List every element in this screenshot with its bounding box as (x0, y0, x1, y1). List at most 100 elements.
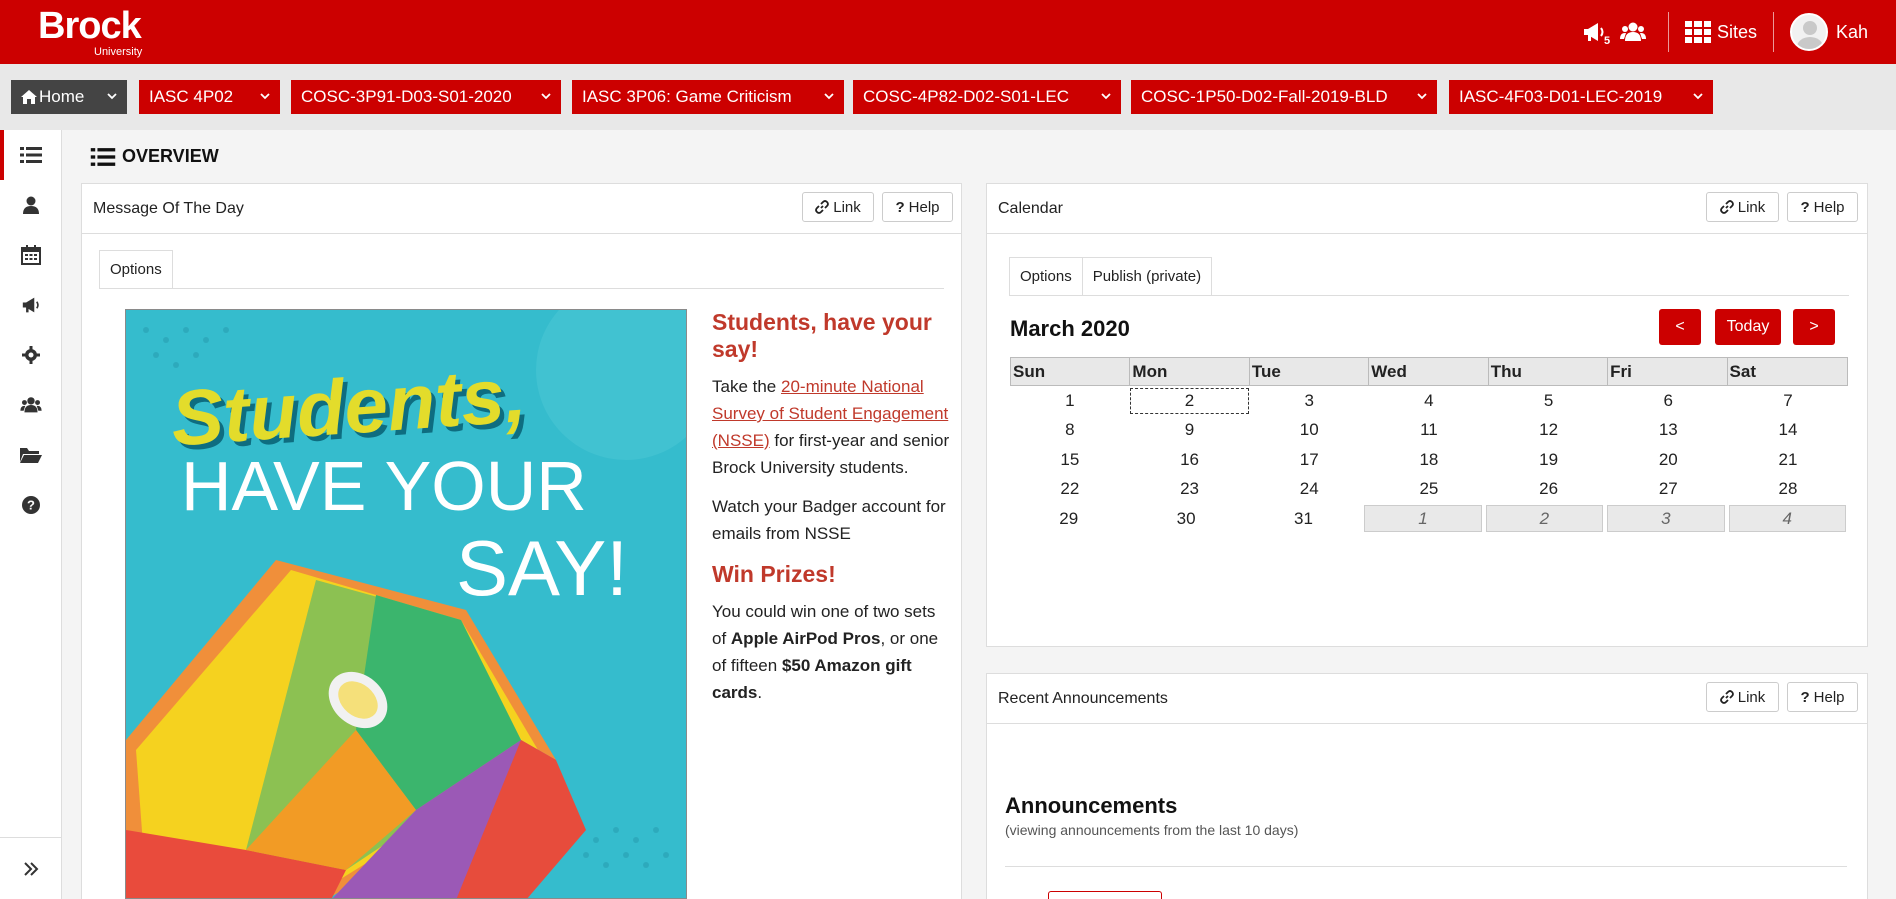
calendar-day[interactable]: 30 (1127, 504, 1244, 534)
weekday-label: Sat (1729, 361, 1756, 381)
site-tab-label: IASC 4P02 (149, 87, 234, 106)
calendar-day-next-month[interactable]: 4 (1728, 505, 1846, 532)
chevron-down-icon[interactable] (260, 91, 270, 101)
tab-options[interactable]: Options (99, 250, 173, 288)
motd-help-button[interactable]: ? Help (882, 192, 953, 222)
calendar-day[interactable]: 16 (1130, 445, 1250, 475)
calendar-day[interactable]: 12 (1489, 416, 1609, 446)
site-tab-label: IASC 3P06: Game Criticism (582, 87, 792, 106)
calendar-day[interactable]: 29 (1010, 504, 1127, 534)
tool-help[interactable]: ? (0, 480, 62, 530)
announcements-options-button[interactable] (1048, 891, 1162, 899)
connections-button[interactable] (1619, 21, 1646, 43)
chevron-down-icon[interactable] (1693, 91, 1703, 101)
motd-paragraph-1: Take the 20-minute National Survey of St… (712, 373, 950, 481)
site-tab-cosc-4p82[interactable]: COSC-4P82-D02-S01-LEC (853, 80, 1121, 114)
svg-text:?: ? (27, 498, 35, 513)
calendar-day[interactable]: 22 (1010, 475, 1130, 505)
calendar-help-button[interactable]: ? Help (1787, 192, 1858, 222)
list-icon (20, 147, 42, 163)
calendar-day[interactable]: 20 (1608, 445, 1728, 475)
tool-announcements[interactable] (0, 280, 62, 330)
calendar-day[interactable]: 23 (1130, 475, 1250, 505)
tool-membership[interactable] (0, 380, 62, 430)
calendar-day-today[interactable]: 2 (1129, 388, 1250, 414)
calendar-week: 29 30 31 1 2 3 4 (1010, 504, 1848, 534)
link-label: Link (833, 198, 861, 216)
calendar-today-button[interactable]: Today (1715, 309, 1781, 345)
calendar-day[interactable]: 7 (1728, 386, 1848, 416)
tool-resources[interactable] (0, 430, 62, 480)
user-menu[interactable]: Kah (1789, 13, 1868, 51)
site-tab-label: COSC-3P91-D03-S01-2020 (301, 87, 512, 106)
tool-calendar[interactable] (0, 230, 62, 280)
sites-button[interactable]: Sites (1684, 21, 1757, 43)
calendar-day[interactable]: 17 (1249, 445, 1369, 475)
calendar-day[interactable]: 31 (1245, 504, 1362, 534)
chevron-down-icon[interactable] (541, 91, 551, 101)
calendar-day[interactable]: 8 (1010, 416, 1130, 446)
divider (1005, 866, 1847, 867)
calendar-day[interactable]: 14 (1728, 416, 1848, 446)
calendar-day[interactable]: 6 (1608, 386, 1728, 416)
help-icon: ? (1800, 198, 1810, 216)
calendar-day[interactable]: 10 (1249, 416, 1369, 446)
chevron-down-icon[interactable] (107, 91, 117, 101)
calendar-day-next-month[interactable]: 2 (1485, 505, 1604, 532)
calendar-week: 22 23 24 25 26 27 28 (1010, 475, 1848, 505)
tab-options[interactable]: Options (1009, 257, 1083, 295)
calendar-day[interactable]: 28 (1728, 475, 1848, 505)
calendar-day[interactable]: 25 (1369, 475, 1489, 505)
prize-airpods: Apple AirPod Pros (730, 629, 881, 648)
calendar-day[interactable]: 27 (1608, 475, 1728, 505)
calendar-day[interactable]: 3 (1249, 386, 1369, 416)
nsse-poster-image: Students, Students, HAVE YOUR SAY! (125, 309, 687, 899)
weekday-label: Mon (1130, 358, 1250, 385)
calendar-link-button[interactable]: Link (1706, 192, 1779, 222)
calendar-day[interactable]: 11 (1369, 416, 1489, 446)
calendar-day[interactable]: 21 (1728, 445, 1848, 475)
site-tab-iasc-3p06[interactable]: IASC 3P06: Game Criticism (572, 80, 844, 114)
announcements-panel-title: Recent Announcements (998, 689, 1168, 707)
chevron-down-icon[interactable] (824, 91, 834, 101)
list-icon (90, 147, 116, 166)
user-icon (23, 196, 39, 214)
calendar-next-button[interactable]: > (1793, 309, 1835, 345)
site-tab-home[interactable]: Home (11, 80, 127, 114)
weekday-label: Sun (1011, 358, 1131, 385)
calendar-day[interactable]: 24 (1249, 475, 1369, 505)
chevron-down-icon[interactable] (1101, 91, 1111, 101)
megaphone-icon (22, 297, 39, 313)
calendar-day[interactable]: 15 (1010, 445, 1130, 475)
calendar-day[interactable]: 5 (1489, 386, 1609, 416)
motd-link-button[interactable]: Link (802, 192, 874, 222)
notifications-button[interactable]: 5 (1582, 21, 1610, 47)
calendar-day[interactable]: 4 (1369, 386, 1489, 416)
tool-overview[interactable] (0, 130, 62, 180)
tool-preferences[interactable] (0, 330, 62, 380)
calendar-prev-button[interactable]: < (1659, 309, 1701, 345)
calendar-day-next-month[interactable]: 1 (1364, 505, 1482, 532)
tool-profile[interactable] (0, 180, 62, 230)
chevron-down-icon[interactable] (1417, 91, 1427, 101)
announcements-link-button[interactable]: Link (1706, 682, 1779, 712)
calendar-day[interactable]: 9 (1130, 416, 1250, 446)
site-tab-cosc-1p50[interactable]: COSC-1P50-D02-Fall-2019-BLD (1131, 80, 1437, 114)
brock-logo[interactable]: Brock University (38, 6, 142, 58)
announcements-help-button[interactable]: ? Help (1787, 682, 1858, 712)
calendar-day[interactable]: 1 (1010, 386, 1130, 416)
calendar-icon (21, 245, 41, 265)
site-tab-cosc-3p91[interactable]: COSC-3P91-D03-S01-2020 (291, 80, 561, 114)
notification-count: 5 (1603, 35, 1611, 47)
site-tab-iasc-4p02[interactable]: IASC 4P02 (139, 80, 280, 114)
weekday-label: Thu (1489, 358, 1609, 385)
collapse-tools-button[interactable] (0, 837, 62, 899)
site-tab-iasc-4f03[interactable]: IASC-4F03-D01-LEC-2019 (1449, 80, 1713, 114)
calendar-day[interactable]: 13 (1608, 416, 1728, 446)
calendar-day[interactable]: 26 (1489, 475, 1609, 505)
calendar-day[interactable]: 19 (1489, 445, 1609, 475)
calendar-day[interactable]: 18 (1369, 445, 1489, 475)
site-tab-label: COSC-1P50-D02-Fall-2019-BLD (1141, 87, 1388, 106)
tab-publish-private[interactable]: Publish (private) (1082, 257, 1213, 295)
calendar-day-next-month[interactable]: 3 (1607, 505, 1725, 532)
